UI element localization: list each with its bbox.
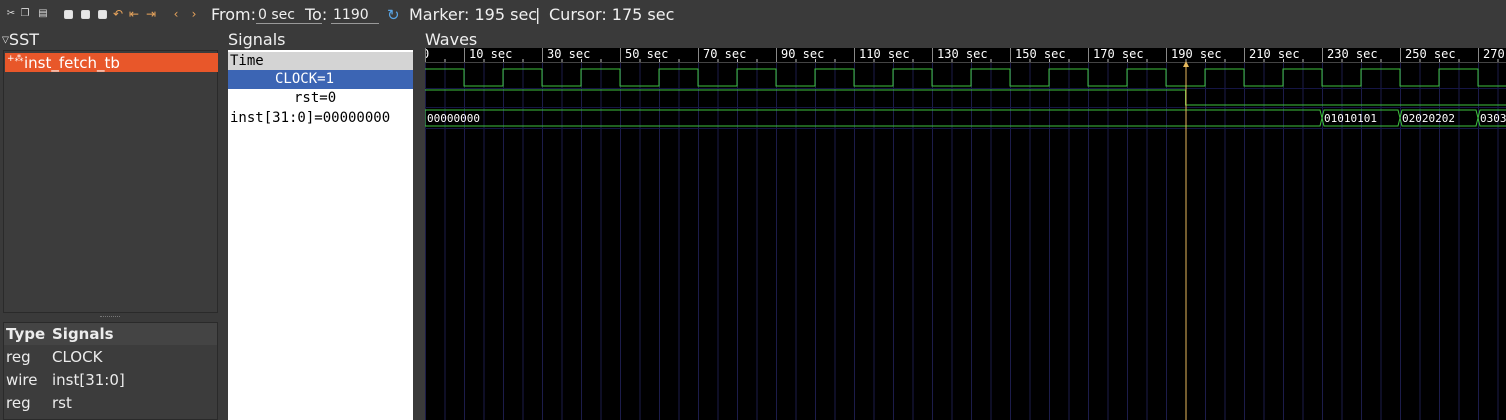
signals-list: Time CLOCK=1 rst=0 inst[31:0]=00000000 xyxy=(228,50,413,420)
sst-tree-item-label: inst_fetch_tb xyxy=(24,54,120,72)
zoom-out-icon[interactable] xyxy=(98,10,107,19)
waves-header: Waves xyxy=(425,30,478,49)
signal-row-inst[interactable]: inst[31:0]=00000000 xyxy=(228,109,413,128)
tick-label: 190 sec xyxy=(1171,48,1222,61)
waves-canvas[interactable]: 0 10 sec 30 sec 50 sec 70 sec 90 sec 110 sec 13… xyxy=(425,48,1506,420)
tick-label: 90 sec xyxy=(781,48,824,61)
tick-label: 250 sec xyxy=(1405,48,1456,61)
marker-readout: Marker: 195 sec xyxy=(409,5,538,24)
tick-label: 110 sec xyxy=(859,48,910,61)
tick-label: 270 sec xyxy=(1483,48,1506,61)
signal-cell[interactable]: inst[31:0] xyxy=(52,371,125,389)
signal-row-time[interactable]: Time xyxy=(228,52,413,71)
tick-label: 130 sec xyxy=(937,48,988,61)
cut-icon[interactable]: ✂ xyxy=(6,8,16,20)
sst-tree-item[interactable]: +⁂ inst_fetch_tb xyxy=(5,53,218,72)
type-cell: reg xyxy=(6,348,31,366)
separator: | xyxy=(535,5,541,24)
sst-title: SST xyxy=(8,30,40,49)
tick-label: 50 sec xyxy=(625,48,668,61)
tick-label: 150 sec xyxy=(1015,48,1066,61)
signal-cell[interactable]: CLOCK xyxy=(52,348,102,366)
to-label: To: xyxy=(305,5,328,24)
type-table-header: Type Signals xyxy=(4,323,217,345)
collapse-triangle-icon[interactable]: ▽ xyxy=(2,36,9,46)
tick-label: 230 sec xyxy=(1327,48,1378,61)
refresh-icon[interactable]: ↻ xyxy=(387,6,400,24)
pane-splitter[interactable] xyxy=(100,316,120,318)
signals-column-header[interactable]: Signals xyxy=(52,325,114,343)
tick-label: 10 sec xyxy=(469,48,512,61)
signal-row-clock[interactable]: CLOCK=1 xyxy=(228,70,413,89)
inst-bus-value: 00000000 xyxy=(427,112,480,125)
signal-cell[interactable]: rst xyxy=(52,394,72,412)
clock-trace xyxy=(425,68,1506,87)
inst-bus-value: 03030303 xyxy=(1480,112,1506,125)
toolbar: ✂ ❐ ▤ ↶ ⇤ ⇥ ‹ › From: 0 sec To: 1190 ↻ M… xyxy=(0,0,1506,30)
zoom-in-icon[interactable] xyxy=(81,10,90,19)
type-cell: reg xyxy=(6,394,31,412)
tick-label: 170 sec xyxy=(1093,48,1144,61)
signal-row-rst[interactable]: rst=0 xyxy=(228,89,413,108)
inst-bus-value: 02020202 xyxy=(1402,112,1455,125)
type-cell: wire xyxy=(6,371,38,389)
cursor-readout: Cursor: 175 sec xyxy=(549,5,675,24)
paste-icon[interactable]: ▤ xyxy=(38,8,48,20)
sst-tree: +⁂ inst_fetch_tb xyxy=(3,50,218,313)
expand-icon[interactable]: +⁂ xyxy=(7,54,24,64)
to-input[interactable]: 1190 xyxy=(331,6,379,24)
first-icon[interactable]: ⇤ xyxy=(129,8,139,20)
tick-label: 70 sec xyxy=(703,48,746,61)
waveform-svg[interactable]: 0 10 sec 30 sec 50 sec 70 sec 90 sec 110 sec 13… xyxy=(425,48,1506,420)
undo-icon[interactable]: ↶ xyxy=(113,8,123,20)
from-label: From: xyxy=(211,5,257,24)
inst-bus-value: 01010101 xyxy=(1324,112,1377,125)
rst-trace xyxy=(425,89,1506,106)
tick-label: 210 sec xyxy=(1249,48,1300,61)
signals-scrollbar[interactable] xyxy=(413,50,425,420)
signals-header: Signals xyxy=(228,30,286,49)
type-column-header[interactable]: Type xyxy=(6,325,45,343)
prev-icon[interactable]: ‹ xyxy=(171,8,181,20)
sst-header[interactable]: ▽SST xyxy=(2,30,39,49)
tick-label: 30 sec xyxy=(547,48,590,61)
next-icon[interactable]: › xyxy=(189,8,199,20)
copy-icon[interactable]: ❐ xyxy=(20,8,30,20)
signal-type-table: Type Signals reg CLOCK wire inst[31:0] r… xyxy=(3,322,218,420)
last-icon[interactable]: ⇥ xyxy=(146,8,156,20)
zoom-fit-icon[interactable] xyxy=(64,10,73,19)
